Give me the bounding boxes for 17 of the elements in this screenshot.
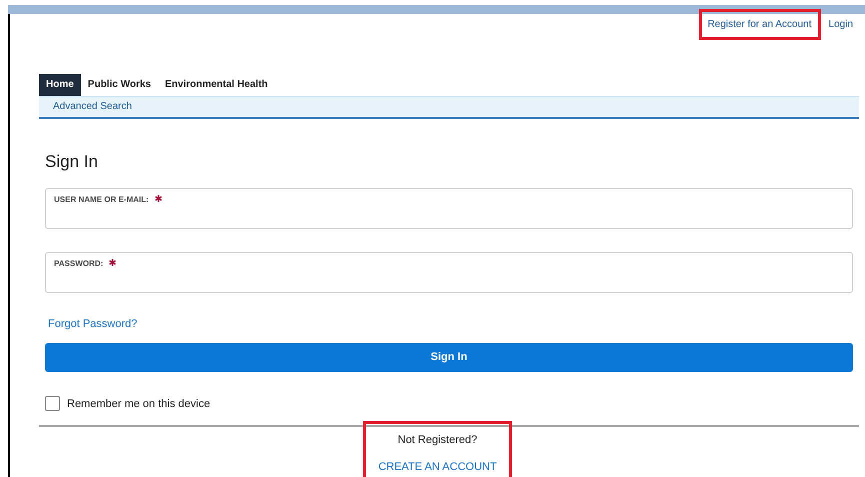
nav-tab[interactable]: Public Works xyxy=(80,74,158,96)
checkbox[interactable] xyxy=(45,396,60,412)
field-label: PASSWORD: xyxy=(54,258,104,270)
header-link[interactable]: Register for an Account xyxy=(708,16,812,32)
create-account-link[interactable]: CREATE AN ACCOUNT xyxy=(378,458,497,475)
sign-in-button[interactable]: Sign In xyxy=(45,342,853,372)
prompt-text: Not Registered? xyxy=(398,433,478,448)
input-field[interactable]: USER NAME OR E-MAIL: xyxy=(45,188,853,229)
checkbox-label: Remember me on this device xyxy=(67,396,210,412)
header-link[interactable]: Login xyxy=(828,16,853,32)
nav-tab[interactable]: Environmental Health xyxy=(158,74,275,96)
input-field[interactable]: PASSWORD: xyxy=(45,252,853,293)
forgot-password-link[interactable]: Forgot Password? xyxy=(48,316,138,332)
subnav-link[interactable]: Advanced Search xyxy=(53,99,132,114)
form-heading: Sign In xyxy=(45,150,99,172)
field-label: USER NAME OR E-MAIL: xyxy=(54,194,149,206)
nav-tab[interactable]: Home xyxy=(39,74,81,96)
